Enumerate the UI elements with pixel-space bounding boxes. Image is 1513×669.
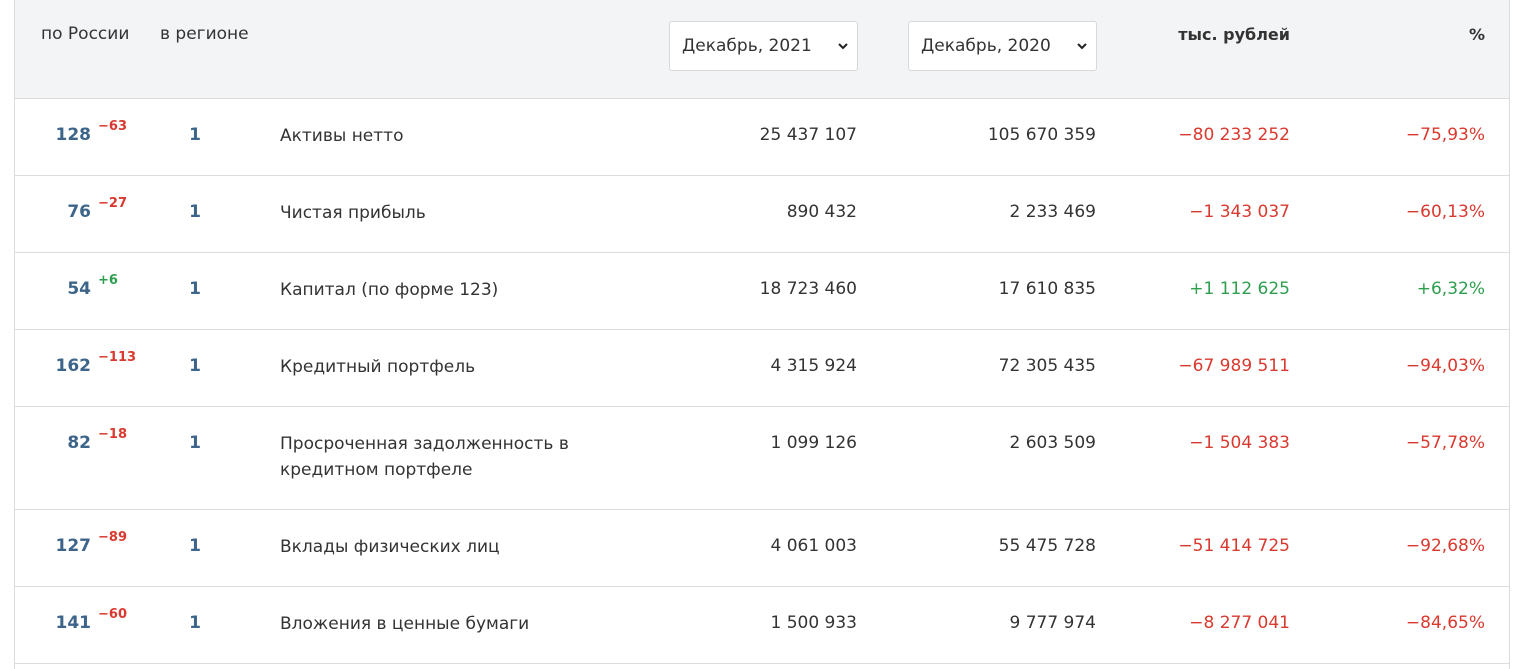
value-percent: −60,13% — [1405, 202, 1485, 222]
value-period2: 2 603 509 — [1009, 433, 1096, 453]
rank-region: 1 — [189, 202, 201, 222]
value-percent: −75,93% — [1405, 125, 1485, 145]
value-difference: −51 414 725 — [1178, 536, 1290, 556]
value-period1: 4 315 924 — [770, 356, 857, 376]
table-row: 76 −27 1 Чистая прибыль 890 432 2 233 46… — [15, 176, 1509, 253]
value-percent: −92,68% — [1405, 536, 1485, 556]
table-row: 54 +6 1 Капитал (по форме 123) 18 723 46… — [15, 253, 1509, 330]
value-difference: −1 343 037 — [1189, 202, 1290, 222]
rank-region: 1 — [189, 536, 201, 556]
header-rank-region: в регионе — [160, 24, 249, 44]
period2-select[interactable]: Декабрь, 2020 — [908, 21, 1097, 71]
table-row: 127 −89 1 Вклады физических лиц 4 061 00… — [15, 510, 1509, 587]
value-period2: 2 233 469 — [1009, 202, 1096, 222]
value-percent: −94,03% — [1405, 356, 1485, 376]
period2-value: Декабрь, 2020 — [921, 36, 1051, 56]
rank-region: 1 — [189, 279, 201, 299]
indicator-label: Просроченная задолженность в кредитном п… — [280, 434, 569, 480]
table-header: по России в регионе Декабрь, 2021 Декабр… — [15, 0, 1509, 99]
rank-delta: −60 — [98, 607, 127, 622]
value-period2: 9 777 974 — [1009, 613, 1096, 633]
value-difference: +1 112 625 — [1189, 279, 1290, 299]
rank-delta: −63 — [98, 119, 127, 134]
rank-region: 1 — [189, 356, 201, 376]
rank-delta: −113 — [98, 350, 137, 365]
rank-russia: 141 — [55, 613, 92, 633]
value-percent: −84,65% — [1405, 613, 1485, 633]
table-row: 128 −63 1 Активы нетто 25 437 107 105 67… — [15, 99, 1509, 176]
indicator-label: Активы нетто — [280, 126, 404, 146]
chevron-down-icon — [1077, 43, 1087, 50]
header-rank-russia: по России — [41, 24, 130, 44]
indicator-label: Чистая прибыль — [280, 203, 426, 223]
table-row: 141 −60 1 Вложения в ценные бумаги 1 500… — [15, 587, 1509, 664]
value-period1: 18 723 460 — [759, 279, 857, 299]
rank-delta: +6 — [98, 273, 118, 288]
rank-delta: −89 — [98, 530, 127, 545]
value-difference: −1 504 383 — [1189, 433, 1290, 453]
rank-russia: 76 — [67, 202, 91, 222]
indicator-label: Вклады физических лиц — [280, 537, 500, 557]
value-period1: 25 437 107 — [759, 125, 857, 145]
value-percent: −57,78% — [1405, 433, 1485, 453]
indicator-label: Капитал (по форме 123) — [280, 280, 499, 300]
value-difference: −8 277 041 — [1189, 613, 1290, 633]
value-period1: 1 500 933 — [770, 613, 857, 633]
rank-russia: 128 — [55, 125, 92, 145]
value-difference: −80 233 252 — [1178, 125, 1290, 145]
indicators-table: по России в регионе Декабрь, 2021 Декабр… — [14, 0, 1510, 669]
rank-delta: −27 — [98, 196, 127, 211]
value-period2: 17 610 835 — [998, 279, 1096, 299]
rank-region: 1 — [189, 613, 201, 633]
indicator-label: Вложения в ценные бумаги — [280, 614, 530, 634]
value-period1: 1 099 126 — [770, 433, 857, 453]
value-difference: −67 989 511 — [1178, 356, 1290, 376]
period1-select[interactable]: Декабрь, 2021 — [669, 21, 858, 71]
rank-delta: −18 — [98, 427, 127, 442]
table-row: 82 −18 1 Просроченная задолженность в кр… — [15, 407, 1509, 510]
value-period1: 4 061 003 — [770, 536, 857, 556]
rank-region: 1 — [189, 433, 201, 453]
header-percent: % — [1468, 25, 1485, 44]
period1-value: Декабрь, 2021 — [682, 36, 812, 56]
header-unit: тыс. рублей — [1178, 25, 1290, 44]
value-period2: 105 670 359 — [987, 125, 1096, 145]
indicator-label: Кредитный портфель — [280, 357, 476, 377]
value-period2: 55 475 728 — [998, 536, 1096, 556]
rank-russia: 127 — [55, 536, 92, 556]
table-row: 162 −113 1 Кредитный портфель 4 315 924 … — [15, 330, 1509, 407]
rank-region: 1 — [189, 125, 201, 145]
value-percent: +6,32% — [1416, 279, 1485, 299]
rank-russia: 162 — [55, 356, 92, 376]
rank-russia: 54 — [67, 279, 91, 299]
rank-russia: 82 — [67, 433, 91, 453]
value-period2: 72 305 435 — [998, 356, 1096, 376]
chevron-down-icon — [838, 43, 848, 50]
value-period1: 890 432 — [786, 202, 857, 222]
